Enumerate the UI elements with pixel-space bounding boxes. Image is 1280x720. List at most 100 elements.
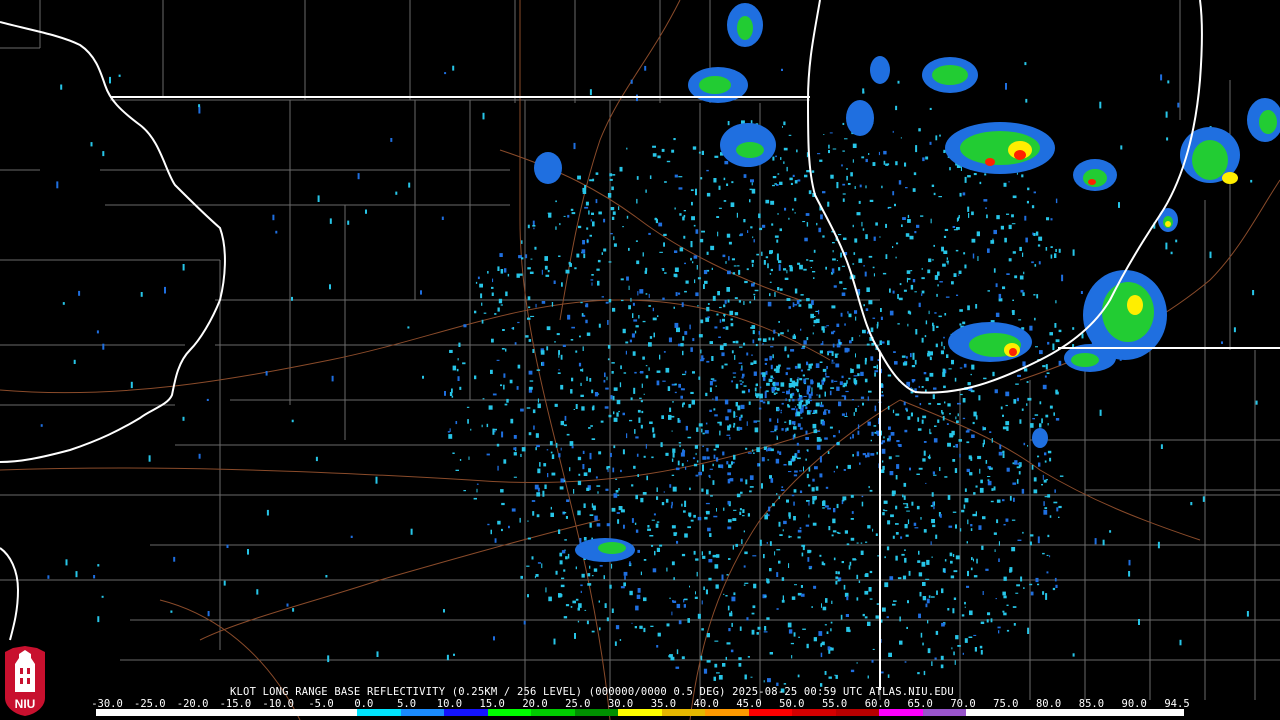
echo-speckle xyxy=(535,433,539,438)
echo-speckle xyxy=(752,605,756,609)
echo-speckle xyxy=(587,573,591,577)
echo-speckle xyxy=(883,150,887,155)
echo-speckle xyxy=(769,418,772,422)
echo-speckle xyxy=(679,444,681,448)
echo-speckle xyxy=(1008,181,1010,183)
echo-speckle xyxy=(449,428,451,432)
echo-speckle xyxy=(874,372,876,377)
echo-speckle xyxy=(692,457,696,460)
echo-speckle xyxy=(848,629,851,633)
echo-speckle xyxy=(811,606,813,608)
echo-speckle xyxy=(942,568,946,573)
echo-speckle xyxy=(776,253,779,261)
echo-speckle xyxy=(735,402,738,407)
echo-speckle xyxy=(951,359,954,365)
echo-speckle xyxy=(527,267,531,270)
echo-speckle xyxy=(715,584,719,589)
echo-speckle xyxy=(778,321,780,323)
echo-speckle xyxy=(895,413,900,416)
color-segment xyxy=(618,709,662,716)
echo-speckle xyxy=(793,426,797,430)
echo-speckle xyxy=(1035,577,1039,583)
echo-speckle xyxy=(907,382,910,387)
echo-speckle xyxy=(747,452,752,454)
echo-speckle xyxy=(776,387,780,391)
echo-speckle xyxy=(1000,225,1004,230)
echo-speckle xyxy=(529,380,534,382)
echo-speckle xyxy=(588,427,591,429)
echo-speckle xyxy=(578,225,582,229)
echo-speckle xyxy=(950,435,954,437)
echo-speckle xyxy=(927,350,930,357)
echo-speckle xyxy=(886,616,889,619)
echo-speckle xyxy=(930,218,932,224)
echo-speckle xyxy=(1046,217,1050,221)
echo-speckle xyxy=(909,235,914,240)
echo-speckle xyxy=(882,607,886,612)
echo-speckle xyxy=(735,383,739,389)
echo-speckle xyxy=(638,315,640,319)
echo-speckle xyxy=(947,608,950,611)
echo-speckle xyxy=(845,390,849,393)
echo-speckle xyxy=(607,320,609,325)
echo-speckle xyxy=(671,474,675,476)
echo-speckle xyxy=(793,489,797,493)
echo-speckle xyxy=(996,499,1001,503)
echo-speckle xyxy=(746,617,749,621)
echo-speckle xyxy=(746,268,749,271)
echo-speckle xyxy=(713,454,716,459)
echo-speckle xyxy=(792,455,796,461)
echo-speckle xyxy=(952,608,955,614)
echo-speckle xyxy=(830,628,832,632)
echo-speckle xyxy=(640,497,644,503)
echo-speckle xyxy=(678,187,683,190)
echo-speckle xyxy=(884,582,889,588)
echo-speckle xyxy=(591,282,593,286)
echo-speckle xyxy=(601,252,603,255)
echo-speckle xyxy=(914,231,917,234)
echo-speckle xyxy=(928,456,931,459)
echo-speckle xyxy=(788,398,791,402)
echo-speckle xyxy=(1029,583,1033,586)
echo-speckle xyxy=(983,439,985,445)
echo-speckle xyxy=(1042,552,1045,555)
echo-speckle xyxy=(727,472,731,476)
echo-speckle xyxy=(920,632,923,638)
echo-speckle xyxy=(706,456,710,460)
echo-speckle xyxy=(575,598,579,601)
echo-speckle xyxy=(922,642,924,646)
echo-speckle xyxy=(656,487,658,492)
echo-speckle xyxy=(822,341,824,345)
echo-speckle xyxy=(1041,484,1043,486)
echo-speckle xyxy=(788,419,792,425)
echo-speckle xyxy=(822,191,826,194)
echo-speckle xyxy=(1038,261,1041,265)
echo-speckle xyxy=(792,335,796,339)
echo-speckle xyxy=(777,418,779,423)
echo-speckle xyxy=(959,453,961,458)
echo-speckle xyxy=(684,331,688,335)
echo-speckle xyxy=(743,301,745,305)
echo-speckle xyxy=(451,395,454,398)
echo-speckle xyxy=(766,617,770,620)
echo-speckle xyxy=(671,149,675,153)
echo-speckle xyxy=(856,542,859,544)
echo-speckle xyxy=(527,537,531,540)
echo-speckle xyxy=(1009,495,1012,501)
echo-speckle xyxy=(895,532,899,535)
echo-speckle xyxy=(905,534,909,537)
echo-speckle xyxy=(587,583,592,586)
echo-speckle xyxy=(182,264,185,271)
echo-speckle xyxy=(1005,83,1007,90)
echo-speckle xyxy=(847,311,849,314)
echo-speckle xyxy=(620,365,622,370)
echo-speckle xyxy=(596,485,601,487)
echo-speckle xyxy=(706,192,711,197)
echo-speckle xyxy=(708,474,711,477)
echo-speckle xyxy=(693,463,698,467)
echo-speckle xyxy=(817,153,821,155)
echo-speckle xyxy=(595,476,598,479)
echo-speckle xyxy=(726,642,731,645)
echo-speckle xyxy=(770,364,773,370)
echo-speckle xyxy=(657,632,661,637)
